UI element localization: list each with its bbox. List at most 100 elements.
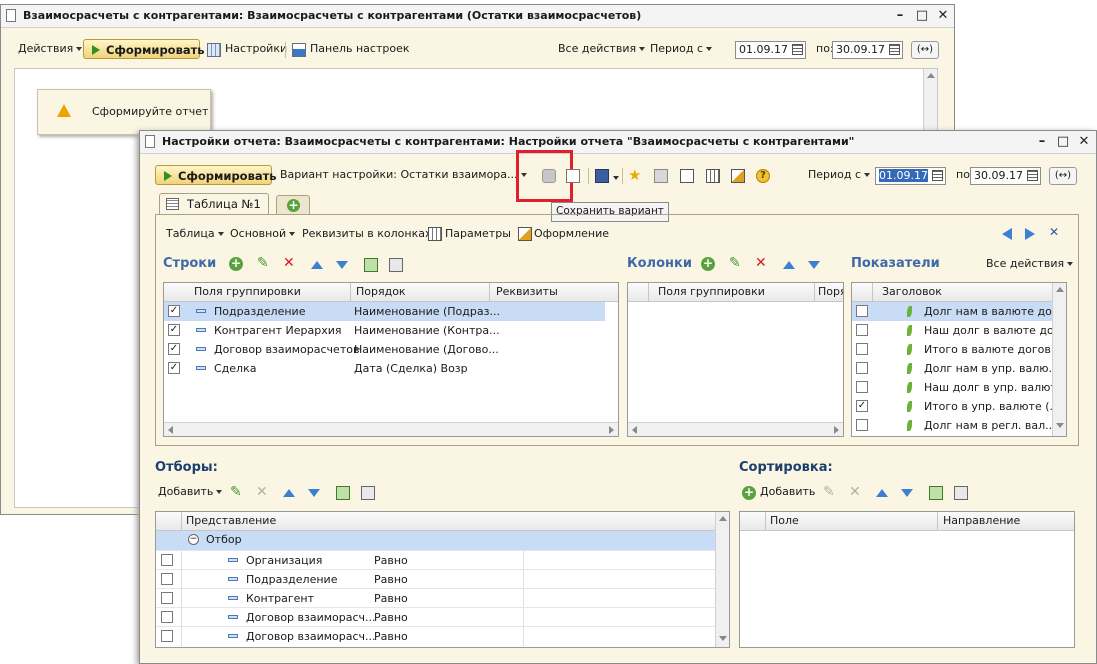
table-row[interactable]: ✓ Контрагент Иерархия Наименование (Контра… <box>164 321 605 340</box>
rows-hscrollbar[interactable] <box>164 422 618 436</box>
list-item[interactable]: ✓ Итого в упр. валюте (... <box>852 397 1060 416</box>
date-to-field[interactable]: 30.09.17 <box>970 167 1041 185</box>
parameters-icon[interactable] <box>428 227 442 241</box>
scroll-down-icon[interactable] <box>719 636 727 641</box>
add-tab-button[interactable]: + <box>276 195 310 215</box>
close-icon[interactable]: ✕ <box>1075 133 1093 151</box>
maximize-icon[interactable]: □ <box>1054 133 1072 151</box>
indicator-checkbox[interactable]: ✓ <box>856 400 868 412</box>
period-menu[interactable]: Период с <box>808 164 871 186</box>
move-down-icon[interactable] <box>901 489 913 497</box>
period-picker-button[interactable]: (↔) <box>911 41 939 59</box>
delete-icon[interactable]: ✕ <box>755 255 767 271</box>
minimize-icon[interactable]: – <box>1033 133 1051 151</box>
row-checkbox[interactable]: ✓ <box>168 324 180 336</box>
indicator-checkbox[interactable] <box>856 419 868 431</box>
design-button[interactable]: Оформление <box>534 223 609 245</box>
properties-icon[interactable] <box>680 169 694 183</box>
collapse-icon[interactable]: − <box>188 534 199 545</box>
close-panel-icon[interactable]: ✕ <box>1049 225 1059 239</box>
list-item[interactable]: Долг нам в регл. вал... <box>852 416 1056 435</box>
row-checkbox[interactable]: ✓ <box>168 343 180 355</box>
filters-vscrollbar[interactable] <box>715 512 729 647</box>
indicators-vscrollbar[interactable] <box>1052 283 1066 436</box>
chevron-down-icon[interactable] <box>613 176 619 180</box>
settings-panel-button[interactable]: Панель настроек <box>310 38 410 60</box>
table-row[interactable]: Договор взаиморасч... Равно <box>156 626 716 646</box>
list-item[interactable]: Итого в валюте догов... <box>852 340 1061 359</box>
move-up-icon[interactable] <box>783 261 795 269</box>
maximize-icon[interactable]: □ <box>913 7 931 25</box>
move-up-icon[interactable] <box>876 489 888 497</box>
move-down-icon[interactable] <box>336 261 348 269</box>
table-row[interactable]: Контрагент Равно <box>156 588 716 608</box>
indicator-checkbox[interactable] <box>856 305 868 317</box>
move-up-icon[interactable] <box>311 261 323 269</box>
edit-icon[interactable]: ✎ <box>823 484 835 500</box>
indicator-checkbox[interactable] <box>856 381 868 393</box>
help-icon[interactable]: ? <box>756 169 770 183</box>
scroll-right-icon[interactable] <box>609 426 614 434</box>
add-icon[interactable]: + <box>701 257 715 271</box>
copy-settings-icon[interactable] <box>654 169 668 183</box>
table-row[interactable]: ✓ Подразделение Наименование (Подраз... <box>164 302 605 321</box>
design-icon[interactable] <box>518 227 532 241</box>
calendar-icon[interactable] <box>792 44 803 55</box>
delete-icon[interactable]: ✕ <box>283 255 295 271</box>
main-menu[interactable]: Основной <box>230 223 296 245</box>
settings-button[interactable]: Настройки <box>225 38 287 60</box>
add-icon[interactable]: + <box>742 486 756 500</box>
period-menu[interactable]: Период с <box>650 38 713 60</box>
table-row[interactable]: Организация Равно <box>156 550 716 570</box>
design-icon[interactable] <box>731 169 745 183</box>
check-all-icon[interactable] <box>364 258 378 272</box>
filter-checkbox[interactable] <box>161 592 173 604</box>
filter-group-row[interactable]: − Отбор <box>156 531 716 550</box>
filter-checkbox[interactable] <box>161 554 173 566</box>
scroll-left-icon[interactable] <box>168 426 173 434</box>
arrow-left-icon[interactable] <box>1002 228 1012 240</box>
filter-checkbox[interactable] <box>161 573 173 585</box>
star-icon[interactable]: ★ <box>628 168 642 183</box>
save-variant-icon[interactable] <box>542 169 556 183</box>
indicator-checkbox[interactable] <box>856 343 868 355</box>
delete-icon[interactable]: ✕ <box>256 484 268 500</box>
scroll-up-icon[interactable] <box>1056 287 1064 292</box>
scroll-up-icon[interactable] <box>719 516 727 521</box>
list-item[interactable]: Наш долг в валюте до... <box>852 321 1064 340</box>
calendar-icon[interactable] <box>1027 170 1038 181</box>
calendar-icon[interactable] <box>932 170 943 181</box>
calendar-icon[interactable] <box>889 44 900 55</box>
floppy-disk-icon[interactable] <box>595 169 609 183</box>
minimize-icon[interactable]: – <box>891 7 909 25</box>
table-row[interactable]: Подразделение Равно <box>156 569 716 589</box>
check-all-icon[interactable] <box>929 486 943 500</box>
move-down-icon[interactable] <box>808 261 820 269</box>
run-report-button[interactable]: Сформировать <box>155 165 277 185</box>
table-row[interactable]: Договор взаиморасч... Равно <box>156 607 716 627</box>
scroll-left-icon[interactable] <box>632 426 637 434</box>
close-icon[interactable]: ✕ <box>934 7 952 25</box>
edit-icon[interactable]: ✎ <box>257 255 269 271</box>
props-in-columns-button[interactable]: Реквизиты в колонках <box>302 223 431 245</box>
move-up-icon[interactable] <box>283 489 295 497</box>
indicator-checkbox[interactable] <box>856 324 868 336</box>
filter-checkbox[interactable] <box>161 630 173 642</box>
list-item[interactable]: Долг нам в валюте до... <box>852 302 1062 321</box>
period-picker-button[interactable]: (↔) <box>1049 167 1077 185</box>
sort-add-button[interactable]: Добавить <box>760 481 815 503</box>
all-actions-menu[interactable]: Все действия <box>558 38 646 60</box>
table-row[interactable]: ✓ Сделка Дата (Сделка) Возр <box>164 359 605 378</box>
actions-menu[interactable]: Действия <box>18 38 83 60</box>
parameters-button[interactable]: Параметры <box>445 223 511 245</box>
add-icon[interactable]: + <box>229 257 243 271</box>
columns-hscrollbar[interactable] <box>628 422 843 436</box>
uncheck-all-icon[interactable] <box>954 486 968 500</box>
run-report-button[interactable]: Сформировать <box>83 39 205 59</box>
move-down-icon[interactable] <box>308 489 320 497</box>
grid-settings-icon[interactable] <box>706 169 720 183</box>
uncheck-all-icon[interactable] <box>389 258 403 272</box>
tab-table-1[interactable]: Таблица №1 <box>159 193 269 215</box>
scroll-down-icon[interactable] <box>1056 423 1064 428</box>
indicator-checkbox[interactable] <box>856 362 868 374</box>
